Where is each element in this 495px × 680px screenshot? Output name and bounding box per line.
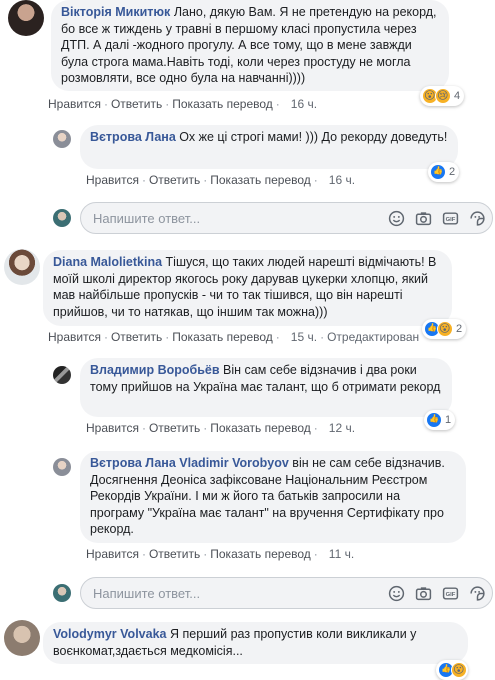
reply-link[interactable]: Ответить xyxy=(111,330,162,344)
reply-input-box: GIF xyxy=(80,202,493,234)
reply-input-icons: GIF xyxy=(388,210,486,227)
timestamp[interactable]: 12 ч. xyxy=(329,421,355,435)
svg-text:GIF: GIF xyxy=(446,592,456,598)
comment-text: Ох же ці строгі мами! ))) До рекорду дов… xyxy=(179,130,448,144)
reaction-count: 1 xyxy=(445,414,452,426)
like-reaction-icon xyxy=(430,164,446,180)
reply-input-box: GIF xyxy=(80,577,493,609)
emoji-icon[interactable] xyxy=(388,210,405,227)
translate-link[interactable]: Показать перевод xyxy=(172,330,273,344)
comment-bubble: Diana Malolietkina Тішуся, що таких люде… xyxy=(43,250,452,326)
avatar[interactable] xyxy=(53,458,71,476)
edited-label[interactable]: Отредактирован xyxy=(327,330,419,344)
comment-actions: Нравится · Ответить · Показать перевод · 16 ч. xyxy=(86,173,356,187)
gif-icon[interactable]: GIF xyxy=(442,585,459,602)
comment-actions: Нравится · Ответить · Показать перевод · 15 ч.… xyxy=(48,330,420,344)
comment-author[interactable]: Владимир Воробьёв xyxy=(90,363,220,377)
emoji-icon[interactable] xyxy=(388,585,405,602)
avatar xyxy=(53,584,71,602)
camera-icon[interactable] xyxy=(415,210,432,227)
comment-actions: Нравится · Ответить · Показать перевод · 11 ч. xyxy=(86,547,355,561)
timestamp[interactable]: 16 ч. xyxy=(291,97,317,111)
like-link[interactable]: Нравится xyxy=(48,97,101,111)
reply-link[interactable]: Ответить xyxy=(149,547,200,561)
sticker-icon[interactable] xyxy=(469,210,486,227)
reaction-summary[interactable]: 2 xyxy=(422,319,467,339)
comment-actions: Нравится · Ответить · Показать перевод · 16 ч. xyxy=(48,97,318,111)
like-link[interactable]: Нравится xyxy=(86,421,139,435)
wow-reaction-icon xyxy=(437,321,453,337)
avatar[interactable] xyxy=(4,620,40,656)
timestamp[interactable]: 15 ч. xyxy=(291,330,317,344)
svg-text:GIF: GIF xyxy=(446,217,456,223)
translate-link[interactable]: Показать перевод xyxy=(210,421,311,435)
comment-bubble: Вєтрова Лана Ох же ці строгі мами! ))) Д… xyxy=(80,125,458,169)
reaction-summary[interactable]: 4 xyxy=(420,86,465,106)
comment-author[interactable]: Вєтрова Лана xyxy=(90,130,176,144)
tagged-user[interactable]: Vladimir Vorobyov xyxy=(179,456,289,470)
like-link[interactable]: Нравится xyxy=(48,330,101,344)
reply-input[interactable] xyxy=(91,210,375,227)
reaction-count: 2 xyxy=(456,323,463,335)
translate-link[interactable]: Показать перевод xyxy=(172,97,273,111)
reaction-summary[interactable]: 1 xyxy=(424,410,456,430)
avatar[interactable] xyxy=(8,0,44,36)
comment-actions: Нравится · Ответить · Показать перевод · 12 ч. xyxy=(86,421,356,435)
avatar[interactable] xyxy=(53,130,71,148)
translate-link[interactable]: Показать перевод xyxy=(210,547,311,561)
sad-reaction-icon xyxy=(435,88,451,104)
translate-link[interactable]: Показать перевод xyxy=(210,173,311,187)
comment-author[interactable]: Вікторія Микитюк xyxy=(61,5,170,19)
reaction-summary[interactable] xyxy=(436,660,468,680)
like-link[interactable]: Нравится xyxy=(86,547,139,561)
comment-bubble: Вікторія Микитюк Лано, дякую Вам. Я не п… xyxy=(51,0,449,91)
reaction-summary[interactable]: 2 xyxy=(428,162,460,182)
timestamp[interactable]: 11 ч. xyxy=(329,547,354,561)
comment-author[interactable]: Diana Malolietkina xyxy=(53,255,162,269)
reply-link[interactable]: Ответить xyxy=(111,97,162,111)
comment-author[interactable]: Вєтрова Лана xyxy=(90,456,176,470)
like-link[interactable]: Нравится xyxy=(86,173,139,187)
wow-reaction-icon xyxy=(451,662,467,678)
timestamp[interactable]: 16 ч. xyxy=(329,173,355,187)
reply-input-icons: GIF xyxy=(388,585,486,602)
like-reaction-icon xyxy=(426,412,442,428)
reply-link[interactable]: Ответить xyxy=(149,421,200,435)
avatar xyxy=(53,209,71,227)
comment-bubble: Владимир Воробьёв Він сам себе відзначив… xyxy=(80,358,452,417)
comment-bubble: Volodymyr Volvaka Я перший раз пропустив… xyxy=(43,622,468,664)
gif-icon[interactable]: GIF xyxy=(442,210,459,227)
reaction-count: 2 xyxy=(449,166,456,178)
avatar[interactable] xyxy=(4,249,40,285)
comment-author[interactable]: Volodymyr Volvaka xyxy=(53,627,166,641)
avatar[interactable] xyxy=(53,366,71,384)
camera-icon[interactable] xyxy=(415,585,432,602)
sticker-icon[interactable] xyxy=(469,585,486,602)
reply-link[interactable]: Ответить xyxy=(149,173,200,187)
reply-input[interactable] xyxy=(91,585,375,602)
reaction-count: 4 xyxy=(454,90,461,102)
comment-bubble: Вєтрова Лана Vladimir Vorobyov він не са… xyxy=(80,451,466,543)
